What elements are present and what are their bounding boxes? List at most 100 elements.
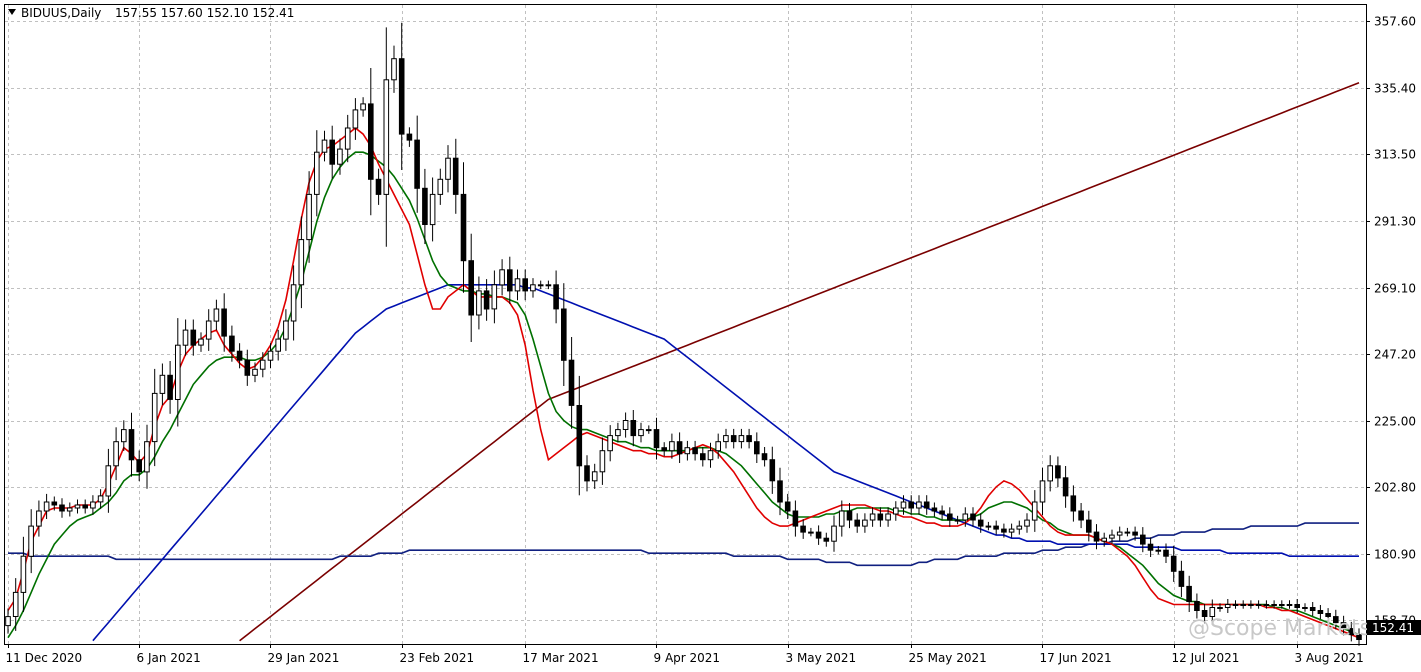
candle <box>113 427 119 481</box>
candle <box>823 532 830 547</box>
candle <box>66 502 73 517</box>
candle <box>730 428 737 449</box>
candle <box>537 280 544 290</box>
candle <box>854 513 861 533</box>
candle <box>700 447 706 467</box>
candle <box>676 432 683 463</box>
candle <box>1016 520 1023 535</box>
candle <box>661 442 668 457</box>
x-tick-label: 23 Feb 2021 <box>400 651 475 665</box>
candle <box>645 425 652 434</box>
candle <box>429 177 436 242</box>
candle <box>908 495 915 515</box>
candle <box>568 337 575 429</box>
candle <box>375 168 382 205</box>
candle <box>5 608 11 634</box>
candle <box>1309 602 1316 616</box>
candle <box>777 467 783 516</box>
candle <box>74 499 81 514</box>
candle <box>970 507 976 527</box>
candle <box>151 368 158 467</box>
candle <box>1124 527 1131 537</box>
candle <box>121 420 127 451</box>
candle <box>1178 560 1185 597</box>
candle <box>314 130 320 217</box>
candle <box>985 521 992 531</box>
candle <box>831 515 837 552</box>
candle <box>846 503 853 529</box>
candle <box>947 507 953 527</box>
moving-averages-layer <box>7 82 1360 642</box>
candle <box>398 22 405 170</box>
symbol-label: BIDUUS,Daily <box>21 6 101 20</box>
candle <box>893 501 899 521</box>
ma-medium-line <box>7 151 1360 639</box>
chart-svg: 158.70180.90202.80225.00247.20269.10291.… <box>4 4 1421 665</box>
candle <box>1170 545 1177 582</box>
ma-long-line <box>239 82 1360 642</box>
candle <box>414 115 420 213</box>
candle <box>1302 603 1308 612</box>
candle <box>1047 455 1054 492</box>
candle <box>144 424 150 489</box>
candle <box>1093 524 1100 550</box>
candle <box>306 171 312 263</box>
triangle-down-icon[interactable] <box>8 9 16 15</box>
candle <box>1086 510 1092 542</box>
candle <box>329 125 335 179</box>
candle <box>591 463 598 489</box>
candle <box>692 440 698 461</box>
candle <box>1186 575 1192 612</box>
candle <box>321 130 328 162</box>
candle <box>36 500 42 537</box>
candle <box>1232 600 1239 609</box>
candle <box>808 527 814 537</box>
candle <box>800 519 806 539</box>
candle <box>622 412 629 438</box>
candle <box>1024 513 1030 533</box>
candle <box>792 500 799 537</box>
candle <box>1031 490 1038 532</box>
price-badge: 152.41 <box>1367 620 1421 635</box>
x-tick-label: 3 May 2021 <box>786 651 857 665</box>
candle <box>738 428 745 449</box>
candle <box>167 361 173 414</box>
candle <box>615 422 621 443</box>
candle <box>468 233 474 342</box>
chart-header: BIDUUS,Daily 157.55 157.60 152.10 152.41 <box>8 6 294 20</box>
candle <box>869 507 876 527</box>
candle <box>159 363 166 406</box>
candle <box>669 433 675 459</box>
candle <box>28 509 34 574</box>
candle <box>360 97 366 117</box>
watermark-text: @Scope Markets <box>1188 616 1371 641</box>
candle <box>20 536 27 612</box>
candle <box>1140 527 1146 553</box>
y-tick-label: 357.60 <box>1374 15 1416 29</box>
candle <box>1286 600 1293 609</box>
candle <box>445 145 451 193</box>
candle <box>923 495 930 515</box>
candle <box>638 422 644 443</box>
candle <box>1224 599 1231 613</box>
candle <box>754 432 760 463</box>
candle <box>761 447 768 467</box>
y-tick-label: 202.80 <box>1374 481 1416 495</box>
candle <box>391 45 397 93</box>
candle <box>190 319 197 356</box>
candle <box>1240 600 1247 609</box>
candle <box>815 525 822 545</box>
candle <box>862 513 868 533</box>
candle <box>283 309 289 351</box>
price-chart[interactable]: 158.70180.90202.80225.00247.20269.10291.… <box>0 0 1421 668</box>
candle <box>1194 593 1200 619</box>
candle <box>576 375 583 496</box>
candle <box>954 515 961 525</box>
candle <box>1248 600 1254 609</box>
candle <box>244 349 251 386</box>
candle <box>198 332 204 352</box>
x-tick-label: 17 Jun 2021 <box>1040 651 1112 665</box>
candle <box>128 412 135 477</box>
candle <box>406 127 413 147</box>
ma-fast-line <box>7 126 1360 639</box>
